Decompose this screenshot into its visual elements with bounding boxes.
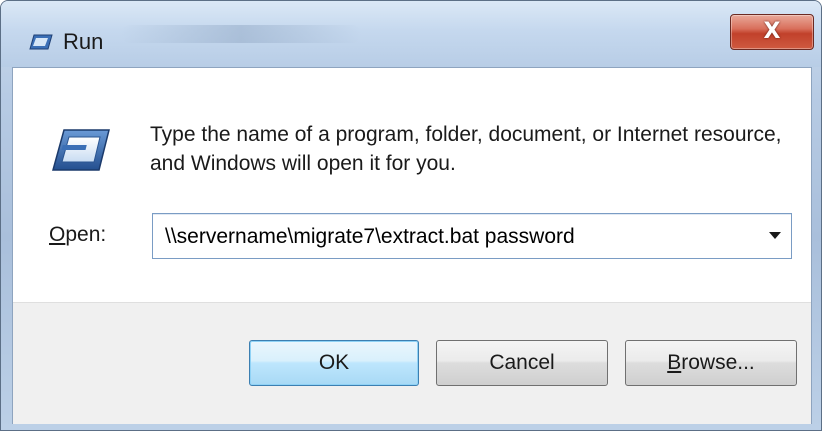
cancel-button[interactable]: Cancel <box>436 340 608 386</box>
description-text: Type the name of a program, folder, docu… <box>150 123 782 175</box>
open-input-value[interactable]: \\servername\migrate7\extract.bat passwo… <box>165 225 575 249</box>
browse-button[interactable]: Browse... <box>625 340 797 386</box>
run-icon <box>29 34 53 50</box>
title-bar[interactable]: Run X <box>1 1 821 67</box>
ok-button-label: OK <box>318 351 350 374</box>
title-bar-blur <box>121 25 361 43</box>
window-title: Run <box>63 29 104 54</box>
ok-button[interactable]: OK <box>249 340 419 386</box>
open-label-accelerator: O <box>49 223 66 246</box>
run-dialog-window: Run X Type the name of a program, folder… <box>0 0 822 431</box>
cancel-button-label: Cancel <box>489 351 555 374</box>
run-icon <box>51 128 111 172</box>
dialog-body: Type the name of a program, folder, docu… <box>12 67 812 424</box>
open-combobox[interactable]: \\servername\migrate7\extract.bat passwo… <box>152 213 792 259</box>
browse-button-label: rowse... <box>681 351 755 374</box>
chevron-down-icon[interactable] <box>769 232 781 239</box>
close-icon: X <box>763 19 781 44</box>
button-panel: OK Cancel Browse... <box>13 302 811 424</box>
open-label: Open: <box>49 223 106 247</box>
browse-button-accelerator: B <box>667 351 682 374</box>
close-button[interactable]: X <box>730 14 814 50</box>
open-label-text: pen: <box>65 223 107 246</box>
